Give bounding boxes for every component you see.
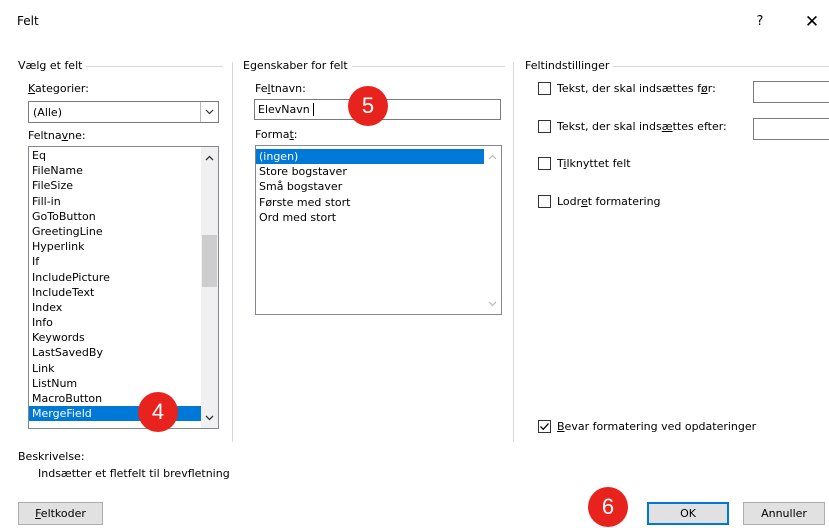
scroll-down-icon[interactable] <box>484 295 501 312</box>
cancel-button[interactable]: Annuller <box>743 502 825 525</box>
fieldname-list-item[interactable]: IncludeText <box>29 285 218 300</box>
fieldname-list-item[interactable]: Link <box>29 361 218 376</box>
separator-right <box>513 62 514 442</box>
attached-field-label: Tilknyttet felt <box>557 157 631 170</box>
field-codes-button[interactable]: Feltkoder <box>18 502 103 525</box>
scroll-thumb[interactable] <box>202 235 217 287</box>
fieldname-list-item[interactable]: GoToButton <box>29 209 218 224</box>
scroll-down-icon[interactable] <box>201 409 218 426</box>
format-scrollbar[interactable] <box>484 146 501 314</box>
preserve-formatting-label: Bevar formatering ved opdateringer <box>557 420 757 433</box>
fieldnames-label: Feltnavne: <box>28 129 86 142</box>
step-5-callout: 5 <box>348 86 388 126</box>
fieldname-list-item[interactable]: GreetingLine <box>29 224 218 239</box>
format-list-item[interactable]: Store bogstaver <box>256 164 501 179</box>
format-list-item[interactable]: Små bogstaver <box>256 179 501 194</box>
checkmark-icon <box>540 423 549 431</box>
fieldname-list-item[interactable]: If <box>29 254 218 269</box>
text-after-input[interactable] <box>753 118 829 140</box>
fieldname-list-item[interactable]: FileSize <box>29 178 218 193</box>
fieldname-list-item[interactable]: Hyperlink <box>29 239 218 254</box>
fieldname-list-item[interactable]: IncludePicture <box>29 270 218 285</box>
fieldnames-scrollbar[interactable] <box>201 147 218 428</box>
fieldname-list-item[interactable]: MergeField <box>29 406 218 422</box>
help-button[interactable]: ? <box>748 10 772 34</box>
text-after-label: Tekst, der skal indsættes efter: <box>557 120 727 133</box>
format-label: Format: <box>255 128 298 141</box>
fieldname-list-item[interactable]: ListNum <box>29 376 218 391</box>
vertical-format-checkbox[interactable] <box>538 195 551 208</box>
categories-value: (Alle) <box>33 106 62 119</box>
step-6-callout: 6 <box>588 487 628 527</box>
vertical-format-label: Lodret formatering <box>557 195 661 208</box>
left-group-title: Vælg et felt <box>18 59 87 72</box>
close-button[interactable]: ✕ <box>800 10 824 34</box>
text-caret <box>313 103 314 116</box>
format-list-item[interactable]: Ord med stort <box>256 210 501 225</box>
description-text: Indsætter et fletfelt til brevfletning <box>38 467 230 480</box>
text-before-option[interactable]: Tekst, der skal indsættes før: <box>538 82 716 95</box>
right-group-title: Feltindstillinger <box>525 59 614 72</box>
fieldname-list-item[interactable]: Fill-in <box>29 194 218 209</box>
fieldname-list-item[interactable]: FileName <box>29 163 218 178</box>
vertical-format-option[interactable]: Lodret formatering <box>538 195 661 208</box>
preserve-formatting-option[interactable]: Bevar formatering ved opdateringer <box>538 420 756 433</box>
fieldnames-listbox[interactable]: Eq FileName FileSize Fill-in GoToButton Greet… <box>28 146 219 429</box>
format-list-item[interactable]: Første med stort <box>256 195 501 210</box>
fieldname-list-item[interactable]: Keywords <box>29 330 218 345</box>
dialog-title: Felt <box>17 14 39 28</box>
ok-button[interactable]: OK <box>647 502 729 525</box>
text-before-label: Tekst, der skal indsættes før: <box>557 82 716 95</box>
field-dialog: Felt ? ✕ Vælg et felt Kategorier: (Alle)… <box>0 0 829 528</box>
text-after-checkbox[interactable] <box>538 120 551 133</box>
format-items: (ingen) Store bogstaver Små bogstaver Først… <box>256 146 501 225</box>
text-after-option[interactable]: Tekst, der skal indsættes efter: <box>538 120 727 133</box>
chevron-down-icon[interactable] <box>200 102 218 122</box>
fieldname-list-item[interactable]: LastSavedBy <box>29 345 218 360</box>
scroll-up-icon[interactable] <box>484 148 501 165</box>
categories-label: Kategorier: <box>28 82 89 95</box>
separator-left <box>232 62 233 442</box>
text-before-checkbox[interactable] <box>538 82 551 95</box>
fieldname-value: ElevNavn <box>258 103 310 116</box>
description-label: Beskrivelse: <box>18 450 85 463</box>
fieldname-list-item[interactable]: Eq <box>29 148 218 163</box>
fieldnames-items: Eq FileName FileSize Fill-in GoToButton Greet… <box>29 147 218 422</box>
fieldname-label: Feltnavn: <box>255 82 306 95</box>
fieldname-list-item[interactable]: Info <box>29 315 218 330</box>
middle-group-title: Egenskaber for felt <box>243 59 352 72</box>
fieldname-list-item[interactable]: Index <box>29 300 218 315</box>
scroll-up-icon[interactable] <box>201 149 218 166</box>
fieldname-list-item[interactable]: MacroButton <box>29 391 218 406</box>
format-listbox[interactable]: (ingen) Store bogstaver Små bogstaver Først… <box>255 145 502 315</box>
preserve-formatting-checkbox[interactable] <box>538 420 551 433</box>
format-list-item[interactable]: (ingen) <box>256 149 501 165</box>
text-before-input[interactable] <box>753 81 829 103</box>
title-bar: Felt ? ✕ <box>0 0 829 40</box>
step-4-callout: 4 <box>138 392 178 432</box>
attached-field-option[interactable]: Tilknyttet felt <box>538 157 631 170</box>
attached-field-checkbox[interactable] <box>538 157 551 170</box>
categories-dropdown[interactable]: (Alle) <box>28 101 219 123</box>
